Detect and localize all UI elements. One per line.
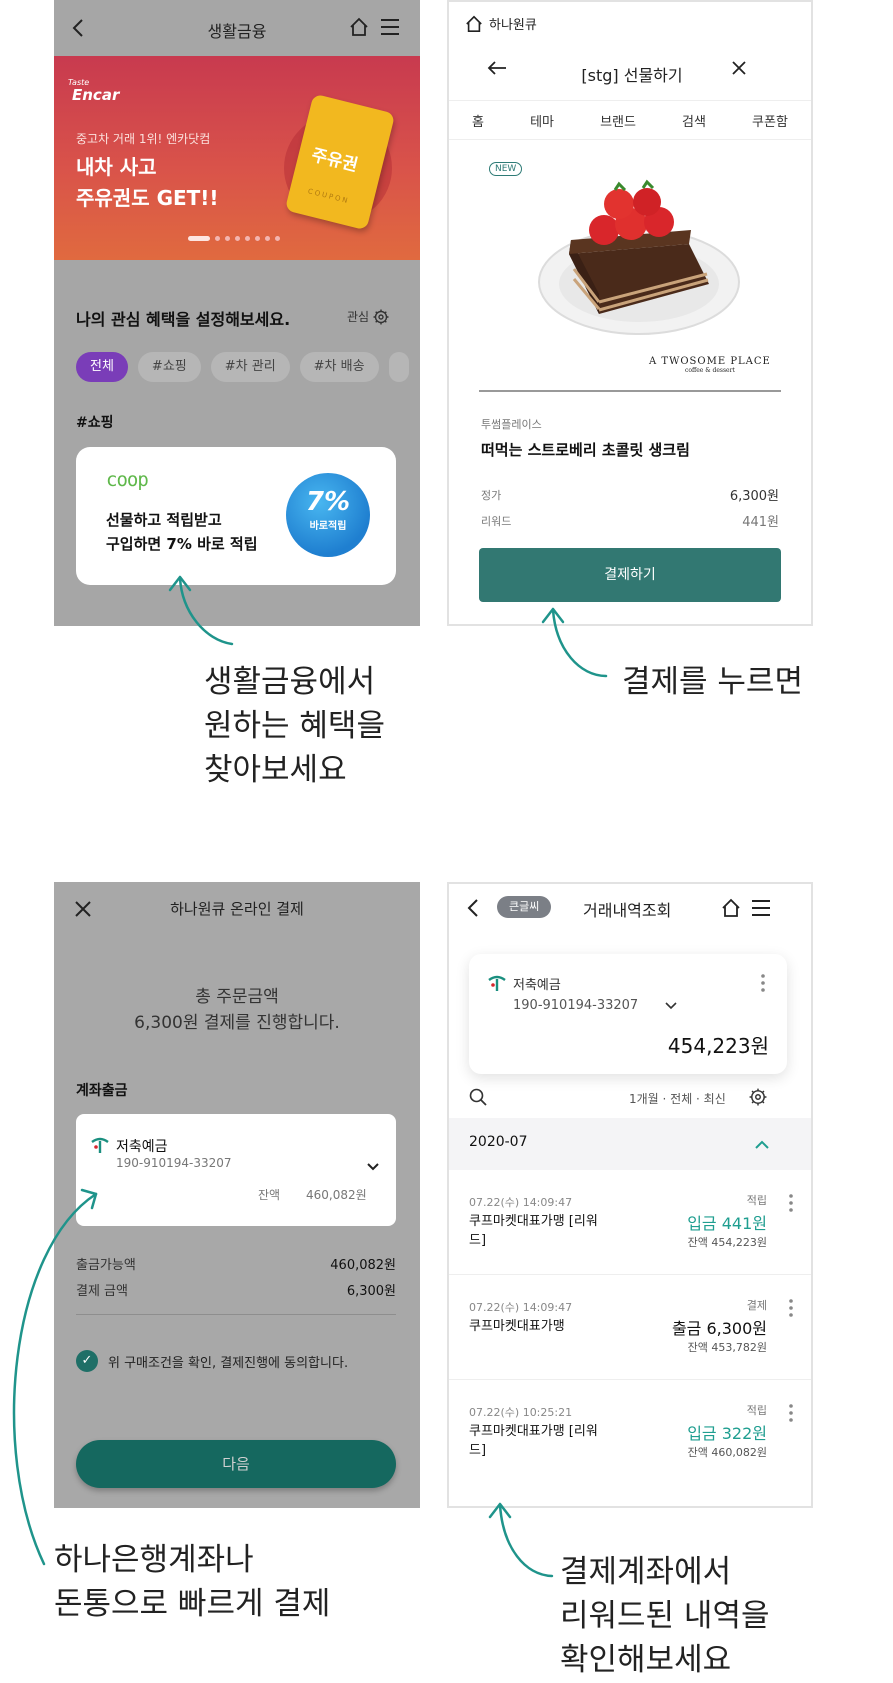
caption-1: 생활금융에서 원하는 혜택을 찾아보세요 [204,664,385,788]
guide-arrows [12,575,608,1578]
caption-4: 결제계좌에서 리워드된 내역을 확인해보세요 [560,1554,770,1678]
caption-3: 하나은행계좌나 돈통으로 빠르게 결제 [54,1542,331,1622]
caption-2: 결제를 누르면 [622,664,803,700]
arrow-3 [12,1192,98,1566]
